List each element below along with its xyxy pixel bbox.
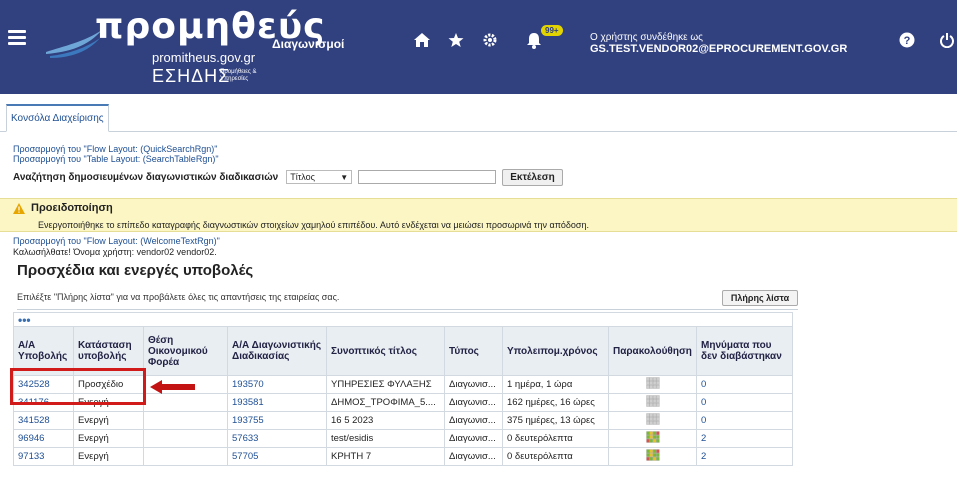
- col-header-position[interactable]: Θέση Οικονομικού Φορέα: [143, 326, 228, 376]
- personalize-search-table-link[interactable]: Προσαρμογή του "Table Layout: (SearchTab…: [13, 154, 219, 164]
- user-label: Ο χρήστης συνδέθηκε ως: [590, 32, 703, 43]
- cell-tender-id[interactable]: 193581: [227, 393, 327, 412]
- section-title: Προσχέδια και ενεργές υποβολές: [17, 262, 254, 279]
- info-text: Επιλέξτε "Πλήρης λίστα" για να προβάλετε…: [17, 292, 340, 302]
- col-header-remaining[interactable]: Υπολειπομ.χρόνος: [502, 326, 609, 376]
- cell-title: 16 5 2023: [326, 411, 445, 430]
- cell-status: Ενεργή: [73, 411, 144, 430]
- gear-icon[interactable]: [480, 30, 500, 50]
- cell-title: ΔΗΜΟΣ_ΤΡΟΦΙΜΑ_5....: [326, 393, 445, 412]
- grid-gray-icon[interactable]: [645, 413, 660, 425]
- table-actions-dots[interactable]: •••: [13, 312, 793, 327]
- cell-position: [143, 447, 228, 466]
- col-header-unread[interactable]: Μηνύματα που δεν διαβάστηκαν: [696, 326, 793, 376]
- logo-org-sub: Προμήθειες & Υπηρεσίες: [220, 69, 257, 82]
- help-icon[interactable]: ?: [897, 30, 917, 50]
- cell-remaining: 375 ημέρες, 13 ώρες: [502, 411, 609, 430]
- search-label: Αναζήτηση δημοσιευμένων διαγωνιστικών δι…: [13, 171, 279, 183]
- cell-submission-id[interactable]: 341528: [13, 411, 74, 430]
- warning-banner: Προειδοποίηση Ενεργοποιήθηκε το επίπεδο …: [0, 198, 957, 232]
- cell-unread[interactable]: 2: [696, 447, 793, 466]
- cell-tender-id[interactable]: 57633: [227, 429, 327, 448]
- cell-tender-id[interactable]: 193755: [227, 411, 327, 430]
- cell-title: ΚΡΗΤΗ 7: [326, 447, 445, 466]
- warning-title: Προειδοποίηση: [31, 202, 113, 214]
- grid-color-icon[interactable]: [645, 449, 660, 461]
- cell-type: Διαγωνισ...: [444, 447, 503, 466]
- cell-submission-id[interactable]: 96946: [13, 429, 74, 448]
- personalize-welcome-link[interactable]: Προσαρμογή του "Flow Layout: (WelcomeTex…: [13, 236, 220, 246]
- arrow-left-icon: [150, 380, 195, 394]
- cell-unread[interactable]: 0: [696, 411, 793, 430]
- tab-admin-console[interactable]: Κονσόλα Διαχείρισης: [6, 104, 109, 132]
- svg-text:?: ?: [904, 35, 911, 47]
- cell-position: [143, 429, 228, 448]
- power-icon[interactable]: [937, 30, 957, 50]
- table-row: 97133 Ενεργή 57705 ΚΡΗΤΗ 7 Διαγωνισ... 0 δευτ…: [13, 447, 793, 466]
- star-icon[interactable]: [446, 30, 466, 50]
- search-input[interactable]: [358, 170, 497, 184]
- warning-title-row: Προειδοποίηση: [13, 202, 113, 214]
- app-header: προμηθεύς promitheus.gov.gr ΕΣΗΔΗΣ Προμή…: [0, 0, 957, 94]
- cell-unread[interactable]: 0: [696, 375, 793, 394]
- home-icon[interactable]: [412, 30, 432, 50]
- cell-monitor: [608, 411, 697, 430]
- search-field-select[interactable]: Τίτλος ▼: [286, 170, 353, 184]
- full-list-button[interactable]: Πλήρης λίστα: [722, 290, 798, 306]
- chevron-down-icon: ▼: [340, 172, 349, 182]
- cell-monitor: [608, 393, 697, 412]
- cell-monitor: [608, 447, 697, 466]
- col-header-tender-id[interactable]: Α/Α Διαγωνιστικής Διαδικασίας: [227, 326, 327, 376]
- table-row: 341528 Ενεργή 193755 16 5 2023 Διαγωνισ... 37…: [13, 411, 793, 430]
- cell-status: Ενεργή: [73, 447, 144, 466]
- cell-unread[interactable]: 2: [696, 429, 793, 448]
- logo-org: ΕΣΗΔΗΣ: [152, 66, 231, 86]
- user-email: GS.TEST.VENDOR02@EPROCUREMENT.GOV.GR: [590, 43, 848, 55]
- cell-tender-id[interactable]: 193570: [227, 375, 327, 394]
- cell-title: ΥΠΗΡΕΣΙΕΣ ΦΥΛΑΞΗΣ: [326, 375, 445, 394]
- cell-type: Διαγωνισ...: [444, 429, 503, 448]
- logo-url: promitheus.gov.gr: [152, 50, 256, 65]
- cell-monitor: [608, 429, 697, 448]
- search-field-select-value: Τίτλος: [290, 172, 315, 182]
- cell-remaining: 1 ημέρα, 1 ώρα: [502, 375, 609, 394]
- cell-position: [143, 411, 228, 430]
- cell-tender-id[interactable]: 57705: [227, 447, 327, 466]
- table-row: 96946 Ενεργή 57633 test/esidis Διαγωνισ... 0 …: [13, 429, 793, 448]
- cell-unread[interactable]: 0: [696, 393, 793, 412]
- execute-button[interactable]: Εκτέλεση: [502, 168, 563, 186]
- cell-submission-id[interactable]: 97133: [13, 447, 74, 466]
- cell-remaining: 0 δευτερόλεπτα: [502, 447, 609, 466]
- quick-search-row: Αναζήτηση δημοσιευμένων διαγωνιστικών δι…: [13, 168, 563, 186]
- cell-type: Διαγωνισ...: [444, 411, 503, 430]
- divider: [17, 309, 798, 310]
- welcome-text: Καλωσήλθατε! Όνομα χρήστη: vendor02 vend…: [13, 247, 217, 257]
- cell-remaining: 0 δευτερόλεπτα: [502, 429, 609, 448]
- col-header-type[interactable]: Τύπος: [444, 326, 503, 376]
- app-title[interactable]: Διαγωνισμοί: [272, 37, 344, 51]
- cell-title: test/esidis: [326, 429, 445, 448]
- warning-message: Ενεργοποιήθηκε το επίπεδο καταγραφής δια…: [38, 220, 589, 230]
- cell-remaining: 162 ημέρες, 16 ώρες: [502, 393, 609, 412]
- grid-color-icon[interactable]: [645, 431, 660, 443]
- notifications-badge: 99+: [541, 25, 563, 36]
- grid-gray-icon[interactable]: [645, 377, 660, 389]
- cell-status: Ενεργή: [73, 429, 144, 448]
- col-header-monitor[interactable]: Παρακολούθηση: [608, 326, 697, 376]
- col-header-title[interactable]: Συνοπτικός τίτλος: [326, 326, 445, 376]
- highlight-box: [10, 368, 146, 405]
- menu-icon[interactable]: [8, 30, 26, 46]
- grid-gray-icon[interactable]: [645, 395, 660, 407]
- cell-type: Διαγωνισ...: [444, 375, 503, 394]
- cell-type: Διαγωνισ...: [444, 393, 503, 412]
- cell-monitor: [608, 375, 697, 394]
- cell-position: [143, 393, 228, 412]
- personalize-quick-search-link[interactable]: Προσαρμογή του "Flow Layout: (QuickSearc…: [13, 144, 218, 154]
- tab-bar: Κονσόλα Διαχείρισης: [0, 94, 957, 132]
- warning-icon: [13, 202, 25, 214]
